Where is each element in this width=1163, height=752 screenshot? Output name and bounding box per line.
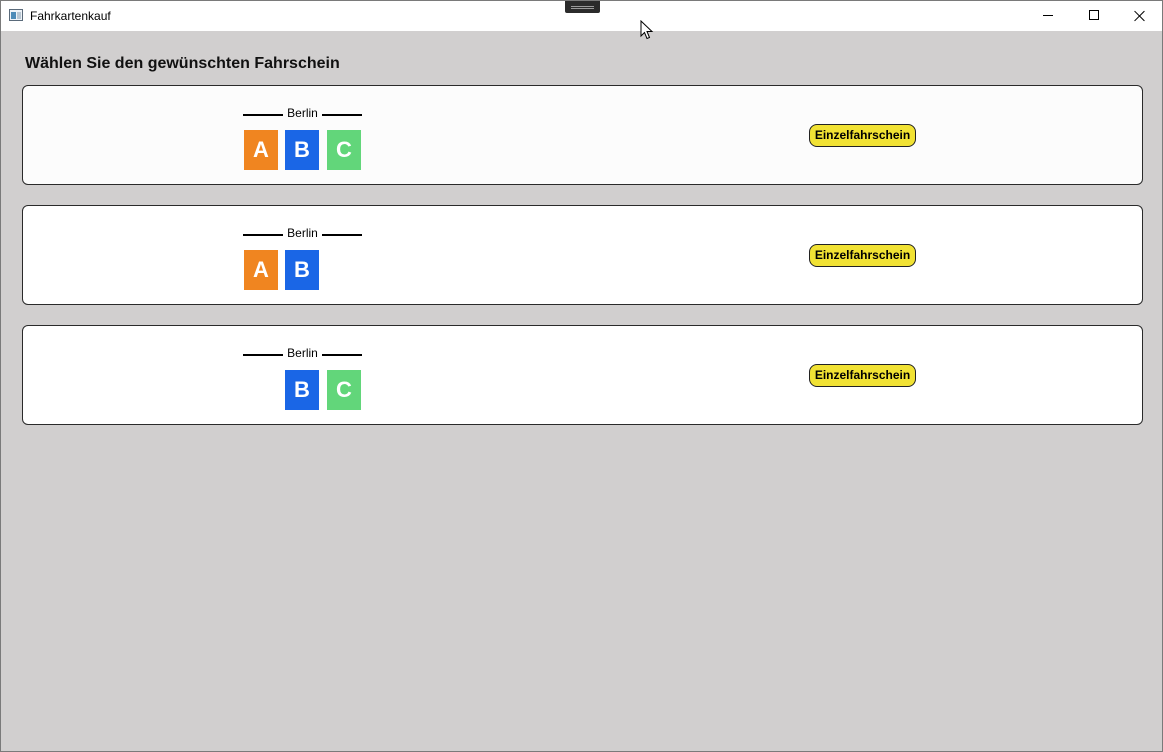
zone-a-tile: A [244, 130, 278, 170]
maximize-button[interactable] [1071, 1, 1117, 31]
single-ticket-button[interactable]: Einzelfahrschein [809, 244, 916, 267]
app-window: Fahrkartenkauf Wählen Sie den gewünschte… [0, 0, 1163, 752]
zone-c-tile: C [327, 370, 361, 410]
city-label: Berlin [287, 106, 318, 120]
zone-indicator: Berlin A B C [243, 104, 365, 170]
close-button[interactable] [1116, 1, 1162, 31]
app-window-icon [9, 9, 23, 21]
divider-line [322, 354, 362, 356]
ticket-card-berlin-abc[interactable]: Berlin A B C Einzelfahrschein [22, 85, 1143, 185]
title-bar[interactable]: Fahrkartenkauf [1, 1, 1162, 31]
minimize-icon [1043, 15, 1053, 16]
minimize-button[interactable] [1025, 1, 1071, 31]
ticket-card-berlin-ab[interactable]: Berlin A B Einzelfahrschein [22, 205, 1143, 305]
maximize-icon [1089, 10, 1099, 20]
zone-b-tile: B [285, 250, 319, 290]
zone-indicator: Berlin B C [243, 344, 365, 410]
zone-a-tile: A [244, 250, 278, 290]
divider-line [322, 234, 362, 236]
ticket-card-berlin-bc[interactable]: Berlin B C Einzelfahrschein [22, 325, 1143, 425]
divider-line [243, 114, 283, 116]
window-title: Fahrkartenkauf [30, 9, 111, 23]
drag-handle-icon[interactable] [565, 1, 600, 13]
city-label: Berlin [287, 226, 318, 240]
page-heading: Wählen Sie den gewünschten Fahrschein [25, 55, 340, 72]
single-ticket-button[interactable]: Einzelfahrschein [809, 124, 916, 147]
zone-b-tile: B [285, 370, 319, 410]
divider-line [243, 354, 283, 356]
city-label: Berlin [287, 346, 318, 360]
zone-c-tile: C [327, 130, 361, 170]
zone-b-tile: B [285, 130, 319, 170]
single-ticket-button[interactable]: Einzelfahrschein [809, 364, 916, 387]
divider-line [243, 234, 283, 236]
zone-indicator: Berlin A B [243, 224, 365, 290]
divider-line [322, 114, 362, 116]
